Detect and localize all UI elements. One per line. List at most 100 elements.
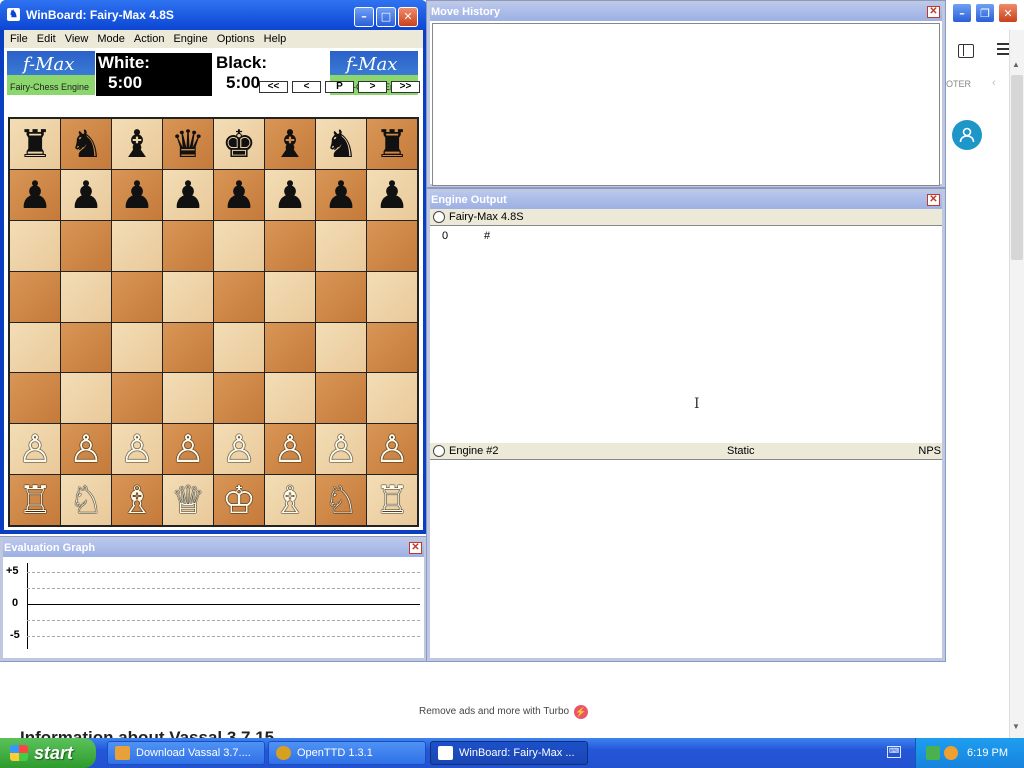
board-square[interactable]: ♟ [61, 169, 111, 220]
board-square[interactable]: ♖ [10, 475, 60, 525]
scroll-thumb[interactable] [1011, 75, 1023, 260]
chess-board[interactable]: ♜ ♞ ♝ ♛ ♚ ♝ ♞ ♜ ♟ ♟ ♟ ♟ ♟ ♟ ♟ ♟ ♙ ♙ ♙ ♙ ♙ ♙ ♙ ♙ ♖ ♘ ♗ ♕ ♔ ♗ ♘ ♖ [8, 117, 419, 527]
white-king-icon[interactable]: ♔ [222, 481, 256, 519]
task-download-vassal[interactable]: Download Vassal 3.7.... [107, 741, 265, 765]
board-square[interactable]: ♝ [112, 119, 162, 169]
board-square[interactable]: ♝ [265, 119, 315, 169]
board-square[interactable]: ♞ [61, 119, 111, 169]
board-square[interactable]: ♖ [367, 475, 417, 525]
board-square[interactable] [112, 220, 162, 271]
white-bishop-icon[interactable]: ♗ [273, 481, 307, 519]
task-winboard[interactable]: WinBoard: Fairy-Max ... [430, 741, 588, 765]
start-button[interactable]: start [0, 738, 96, 768]
black-pawn-icon[interactable]: ♟ [222, 176, 256, 214]
board-square[interactable] [214, 373, 264, 424]
board-square[interactable] [367, 373, 417, 424]
scroll-down-arrow-icon[interactable]: ▼ [1012, 722, 1020, 731]
white-rook-icon[interactable]: ♖ [18, 481, 52, 519]
white-pawn-icon[interactable]: ♙ [18, 430, 52, 468]
menu-options[interactable]: Options [213, 30, 260, 48]
black-knight-icon[interactable]: ♞ [324, 125, 358, 163]
board-square[interactable]: ♔ [214, 475, 264, 525]
user-avatar-icon[interactable] [952, 120, 982, 150]
board-square[interactable] [163, 271, 213, 322]
board-square[interactable]: ♙ [61, 424, 111, 475]
black-pawn-icon[interactable]: ♟ [171, 176, 205, 214]
white-pawn-icon[interactable]: ♙ [69, 430, 103, 468]
menu-file[interactable]: File [6, 30, 33, 48]
maximize-button[interactable]: □ [376, 7, 396, 27]
black-pawn-icon[interactable]: ♟ [273, 176, 307, 214]
minimize-button[interactable]: – [354, 7, 374, 27]
white-knight-icon[interactable]: ♘ [324, 481, 358, 519]
board-square[interactable]: ♚ [214, 119, 264, 169]
black-rook-icon[interactable]: ♜ [18, 125, 52, 163]
board-square[interactable]: ♟ [214, 169, 264, 220]
engine2-output-pane[interactable] [430, 460, 942, 660]
board-square[interactable] [112, 373, 162, 424]
black-pawn-icon[interactable]: ♟ [18, 176, 52, 214]
board-square[interactable] [112, 271, 162, 322]
nav-last-button[interactable]: >> [391, 81, 420, 93]
board-square[interactable] [61, 373, 111, 424]
evaluation-graph-titlebar[interactable]: Evaluation Graph ✕ [3, 540, 424, 557]
menu-action[interactable]: Action [130, 30, 170, 48]
board-square[interactable]: ♙ [316, 424, 366, 475]
board-square[interactable] [163, 322, 213, 373]
move-history-list[interactable] [432, 23, 940, 186]
scroll-up-arrow-icon[interactable]: ▲ [1012, 60, 1020, 69]
board-square[interactable] [10, 220, 60, 271]
black-pawn-icon[interactable]: ♟ [375, 176, 409, 214]
board-square[interactable] [61, 322, 111, 373]
browser-scrollbar[interactable]: ▲ ▼ [1009, 30, 1024, 738]
close-icon[interactable]: ✕ [409, 542, 422, 554]
menu-edit[interactable]: Edit [33, 30, 61, 48]
board-square[interactable]: ♟ [10, 169, 60, 220]
black-queen-icon[interactable]: ♛ [171, 125, 205, 163]
board-square[interactable]: ♟ [367, 169, 417, 220]
board-square[interactable] [112, 322, 162, 373]
menu-view[interactable]: View [61, 30, 94, 48]
nav-first-button[interactable]: << [259, 81, 288, 93]
board-square[interactable]: ♙ [214, 424, 264, 475]
board-square[interactable]: ♟ [265, 169, 315, 220]
board-square[interactable] [61, 271, 111, 322]
nav-forward-button[interactable]: > [358, 81, 387, 93]
board-square[interactable]: ♙ [10, 424, 60, 475]
board-square[interactable] [265, 322, 315, 373]
board-square[interactable] [367, 322, 417, 373]
board-square[interactable]: ♞ [316, 119, 366, 169]
winboard-titlebar[interactable]: ♞ WinBoard: Fairy-Max 4.8S – □ ✕ [0, 0, 427, 30]
board-square[interactable] [367, 271, 417, 322]
board-square[interactable]: ♕ [163, 475, 213, 525]
chevron-left-icon[interactable]: ‹ [992, 77, 996, 89]
white-knight-icon[interactable]: ♘ [69, 481, 103, 519]
black-pawn-icon[interactable]: ♟ [120, 176, 154, 214]
white-pawn-icon[interactable]: ♙ [222, 430, 256, 468]
board-square[interactable]: ♟ [163, 169, 213, 220]
black-king-icon[interactable]: ♚ [222, 125, 256, 163]
white-queen-icon[interactable]: ♕ [171, 481, 205, 519]
board-square[interactable]: ♜ [10, 119, 60, 169]
minimize-button[interactable]: – [952, 3, 972, 23]
board-square[interactable]: ♟ [316, 169, 366, 220]
board-square[interactable]: ♗ [112, 475, 162, 525]
black-pawn-icon[interactable]: ♟ [324, 176, 358, 214]
board-square[interactable]: ♗ [265, 475, 315, 525]
board-square[interactable] [163, 373, 213, 424]
board-square[interactable] [61, 220, 111, 271]
black-knight-icon[interactable]: ♞ [69, 125, 103, 163]
sidebar-toggle-icon[interactable] [958, 44, 974, 58]
white-pawn-icon[interactable]: ♙ [375, 430, 409, 468]
board-square[interactable] [265, 271, 315, 322]
menu-mode[interactable]: Mode [93, 30, 130, 48]
board-square[interactable]: ♛ [163, 119, 213, 169]
black-bishop-icon[interactable]: ♝ [120, 125, 154, 163]
keyboard-icon[interactable]: ⌨ [887, 746, 901, 758]
move-history-titlebar[interactable]: Move History ✕ [430, 4, 942, 21]
black-pawn-icon[interactable]: ♟ [69, 176, 103, 214]
white-rook-icon[interactable]: ♖ [375, 481, 409, 519]
board-square[interactable] [265, 373, 315, 424]
menu-help[interactable]: Help [260, 30, 292, 48]
board-square[interactable] [367, 220, 417, 271]
